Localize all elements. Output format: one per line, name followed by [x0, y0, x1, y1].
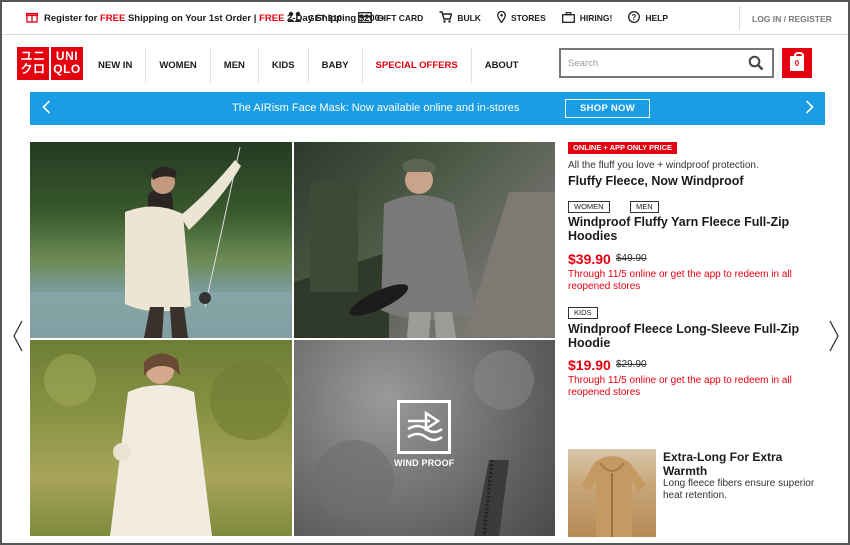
nav-women[interactable]: WOMEN: [146, 47, 211, 83]
utility-links: GET $10 GIFT CARD BULK STORES HIRING! ? …: [287, 10, 668, 25]
util-label: BULK: [457, 13, 481, 23]
util-label: GIFT CARD: [377, 13, 424, 23]
featured-lead-text: All the fluff you love + windproof prote…: [568, 160, 759, 171]
util-label: HIRING!: [579, 13, 613, 23]
promo-card-description: Long fleece fibers ensure superior heat …: [663, 478, 815, 501]
logo-latin: UNI QLO: [51, 47, 83, 80]
gender-tag-men[interactable]: MEN: [630, 201, 659, 213]
extra-long-fleece-image[interactable]: [568, 449, 656, 537]
login-register-link[interactable]: LOG IN / REGISTER: [752, 14, 832, 24]
promo-card-title[interactable]: Extra-Long For Extra Warmth: [663, 450, 813, 478]
hero-photo-man-skateboard[interactable]: [294, 142, 555, 338]
product-sale-price: $19.90: [568, 357, 611, 373]
product-sale-price: $39.90: [568, 251, 611, 267]
svg-text:?: ?: [632, 13, 637, 22]
chevron-left-icon[interactable]: [42, 100, 51, 117]
nav-men[interactable]: MEN: [211, 47, 259, 83]
briefcase-icon: [561, 11, 575, 25]
util-stores[interactable]: STORES: [496, 10, 546, 25]
page-frame: Register for FREE Shipping on Your 1st O…: [0, 0, 850, 545]
search-input[interactable]: [561, 50, 731, 76]
free-text: FREE: [259, 13, 285, 24]
nav-kids[interactable]: KIDS: [259, 47, 309, 83]
util-label: GET $10: [308, 13, 343, 23]
util-hiring[interactable]: HIRING!: [561, 11, 613, 25]
shipping-text: Shipping on Your 1st Order |: [127, 13, 257, 24]
product-title[interactable]: Windproof Fluffy Yarn Fleece Full-Zip Ho…: [568, 215, 808, 243]
product-title[interactable]: Windproof Fleece Long-Sleeve Full-Zip Ho…: [568, 322, 808, 350]
nav-baby[interactable]: BABY: [309, 47, 363, 83]
gender-tag-kids[interactable]: KIDS: [568, 307, 598, 319]
gender-tag-women[interactable]: WOMEN: [568, 201, 610, 213]
featured-title[interactable]: Fluffy Fleece, Now Windproof: [568, 174, 744, 188]
location-pin-icon: [496, 10, 506, 25]
online-app-price-badge: ONLINE + APP ONLY PRICE: [568, 142, 677, 154]
carousel-prev-icon[interactable]: [12, 320, 24, 357]
product-original-price: $29.90: [616, 359, 647, 370]
gift-people-icon: [287, 11, 303, 25]
hero-photo-woman-fishing[interactable]: [30, 142, 292, 338]
gift-box-icon: [25, 11, 39, 26]
hero-photo-windproof-texture[interactable]: WIND PROOF: [294, 340, 555, 536]
chevron-right-icon[interactable]: [805, 100, 814, 117]
cart-button[interactable]: 0: [782, 48, 812, 78]
main-nav: NEW IN WOMEN MEN KIDS BABY SPECIAL OFFER…: [85, 47, 531, 83]
shop-now-button[interactable]: SHOP NOW: [565, 99, 650, 118]
fishing-scene-image: [30, 146, 292, 338]
product-promo-note: Through 11/5 online or get the app to re…: [568, 269, 792, 292]
product-original-price: $49.90: [616, 253, 647, 264]
util-gift-card[interactable]: GIFT CARD: [358, 11, 424, 25]
logo-katakana: ユニ クロ: [17, 47, 49, 80]
gift-card-icon: [358, 11, 372, 25]
nav-new-in[interactable]: NEW IN: [85, 47, 147, 83]
promo-bar: Register for FREE Shipping on Your 1st O…: [2, 2, 848, 35]
nav-about[interactable]: ABOUT: [472, 47, 532, 83]
divider: [739, 6, 740, 30]
windproof-icon: [397, 400, 451, 454]
product-promo-note: Through 11/5 online or get the app to re…: [568, 375, 792, 398]
carousel-next-icon[interactable]: [828, 320, 840, 357]
uniqlo-logo[interactable]: ユニ クロ UNI QLO: [17, 47, 83, 80]
shopping-bag-icon: 0: [790, 51, 804, 71]
nav-special-offers[interactable]: SPECIAL OFFERS: [363, 47, 472, 83]
search-icon[interactable]: [748, 55, 764, 76]
question-icon: ?: [628, 11, 641, 25]
util-get-10[interactable]: GET $10: [287, 11, 342, 25]
search-box: [559, 48, 774, 78]
windproof-label: WIND PROOF: [394, 458, 455, 468]
util-label: STORES: [510, 13, 546, 23]
announcement-banner: The AIRism Face Mask: Now available onli…: [30, 92, 825, 125]
register-text: Register for: [44, 13, 98, 24]
util-bulk[interactable]: BULK: [439, 11, 481, 25]
util-help[interactable]: ? HELP: [628, 11, 668, 25]
skateboard-scene-image: [294, 158, 555, 338]
hero-photo-girl-fleece[interactable]: [30, 340, 292, 536]
cart-icon: [439, 11, 453, 25]
banner-text: The AIRism Face Mask: Now available onli…: [232, 102, 520, 114]
free-text: FREE: [99, 13, 126, 24]
girl-field-image: [44, 353, 290, 536]
cart-count: 0: [794, 58, 800, 68]
util-label: HELP: [645, 13, 668, 23]
